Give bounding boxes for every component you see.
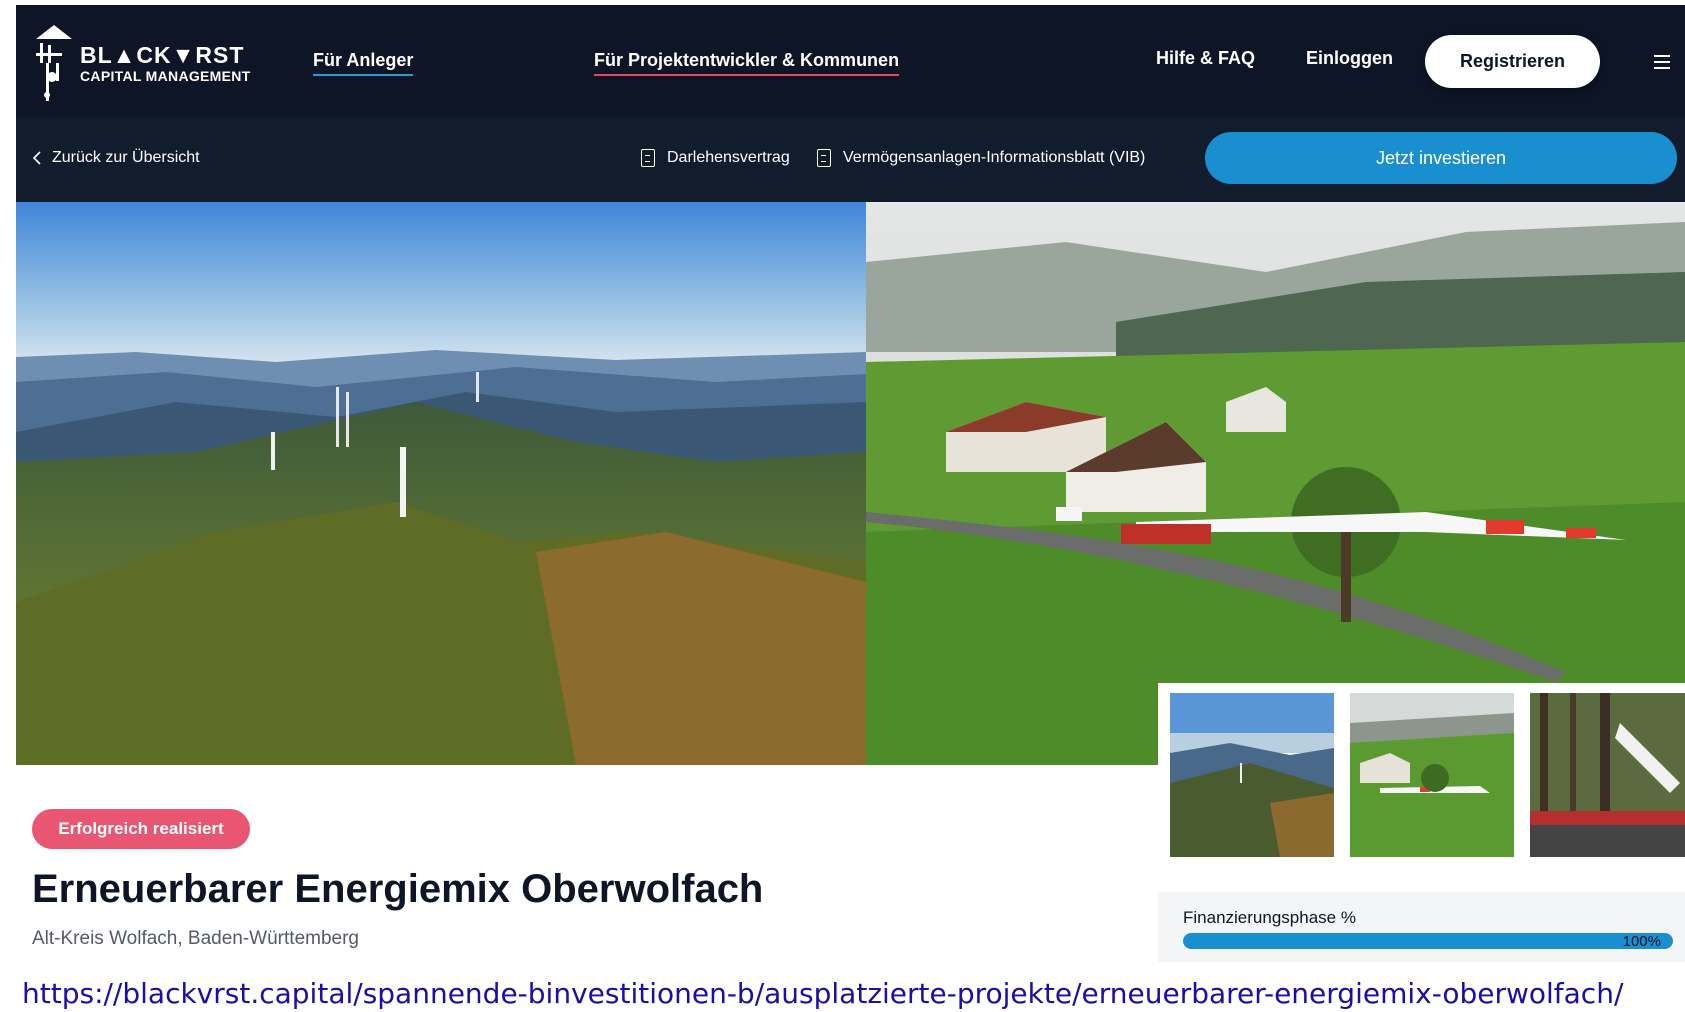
- invest-now-button[interactable]: Jetzt investieren: [1205, 132, 1677, 184]
- nav-hilfe-faq[interactable]: Hilfe & FAQ: [1156, 48, 1255, 72]
- status-badge: Erfolgreich realisiert: [32, 809, 250, 849]
- gallery-thumbnail-1[interactable]: [1170, 693, 1334, 857]
- funding-percent-text: 100%: [1622, 933, 1661, 950]
- chevron-left-icon: [32, 151, 41, 165]
- register-button[interactable]: Registrieren: [1425, 35, 1600, 88]
- nav-fuer-projektentwickler[interactable]: Für Projektentwickler & Kommunen: [594, 50, 900, 76]
- document-icon: [817, 149, 831, 167]
- hero-image-forest-turbines[interactable]: [16, 202, 866, 765]
- browser-page: BL▲CK▼RST CAPITAL MANAGEMENT Für Anleger…: [16, 5, 1685, 962]
- darlehensvertrag-link[interactable]: Darlehensvertrag: [641, 149, 790, 167]
- vib-link[interactable]: Vermögensanlagen-Informationsblatt (VIB): [817, 149, 1145, 167]
- nav-einloggen[interactable]: Einloggen: [1306, 48, 1393, 72]
- gallery-thumbnail-3[interactable]: [1530, 693, 1685, 857]
- vib-label: Vermögensanlagen-Informationsblatt (VIB): [843, 149, 1146, 166]
- back-to-overview-link[interactable]: Zurück zur Übersicht: [32, 149, 200, 167]
- gallery-thumbnail-2[interactable]: [1350, 693, 1514, 857]
- funding-progress-panel: Finanzierungsphase % 100%: [1158, 892, 1685, 962]
- project-subnav: Zurück zur Übersicht Darlehensvertrag Ve…: [16, 117, 1685, 202]
- back-link-label: Zurück zur Übersicht: [52, 149, 200, 166]
- funding-progress-fill: [1183, 933, 1673, 949]
- page-url-caption[interactable]: https://blackvrst.capital/spannende-binv…: [22, 977, 1623, 1010]
- project-title: Erneuerbarer Energiemix Oberwolfach: [32, 867, 764, 911]
- funding-progress-bar: [1183, 933, 1673, 949]
- darlehensvertrag-label: Darlehensvertrag: [667, 149, 790, 166]
- hamburger-menu-icon[interactable]: [1654, 55, 1670, 69]
- image-gallery-thumbnails: [1158, 683, 1685, 861]
- wind-turbine-house-icon: [36, 25, 72, 101]
- nav-fuer-anleger[interactable]: Für Anleger: [313, 50, 414, 76]
- document-icon: [641, 149, 655, 167]
- brand-subtitle: CAPITAL MANAGEMENT: [80, 68, 251, 84]
- brand-name: BL▲CK▼RST: [80, 42, 245, 68]
- top-navigation: BL▲CK▼RST CAPITAL MANAGEMENT Für Anleger…: [16, 5, 1685, 117]
- funding-label: Finanzierungsphase %: [1183, 908, 1356, 927]
- hero-image-blade-transport[interactable]: [866, 202, 1685, 765]
- project-location: Alt-Kreis Wolfach, Baden-Württemberg: [32, 928, 359, 949]
